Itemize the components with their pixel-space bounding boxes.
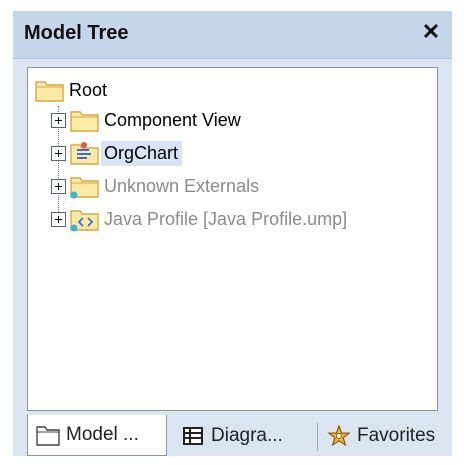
tree-item-java-profile[interactable]: Java Profile [Java Profile.ump] [51, 205, 351, 233]
tree-item-label: Java Profile [Java Profile.ump] [104, 208, 348, 229]
folder-icon [70, 111, 99, 132]
expand-icon[interactable] [51, 211, 66, 227]
model-tree-panel: Model Tree ✕ Root Component View OrgChar… [13, 11, 452, 456]
tree-item-root[interactable]: Root [34, 76, 111, 104]
expand-icon[interactable] [51, 145, 66, 161]
folder-icon [35, 81, 64, 102]
tab-diagram-tree[interactable]: Diagra... [173, 415, 305, 456]
expand-icon[interactable] [51, 178, 66, 194]
tree-item-component-view[interactable]: Component View [51, 106, 245, 134]
tree-item-label: Unknown Externals [104, 175, 260, 196]
tab-favorites[interactable]: Favorites [319, 415, 444, 456]
tab-label: Favorites [357, 424, 436, 446]
panel-tab-bar: Model ... Diagra... Favorites [27, 415, 442, 456]
tree-item-label: Component View [104, 109, 241, 130]
tab-divider [317, 423, 318, 451]
profile-folder-icon [70, 210, 99, 232]
tab-model-tree[interactable]: Model ... [27, 415, 167, 456]
tree-item-label: OrgChart [101, 140, 183, 166]
panel-title: Model Tree [24, 22, 129, 44]
folder-icon [36, 426, 60, 446]
package-icon [70, 142, 99, 165]
tab-label: Model ... [66, 424, 139, 445]
star-icon [327, 424, 351, 446]
tree-item-unknown-externals[interactable]: Unknown Externals [51, 172, 263, 200]
diagram-icon [183, 426, 203, 445]
panel-titlebar: Model Tree ✕ [13, 11, 452, 59]
tree-view[interactable]: Root Component View OrgChart Unknown Ext… [27, 67, 438, 411]
tab-label: Diagra... [211, 424, 283, 446]
external-folder-icon [70, 177, 99, 199]
tree-item-label: Root [69, 79, 108, 100]
expand-icon[interactable] [51, 112, 66, 128]
close-icon[interactable]: ✕ [418, 19, 444, 45]
tree-item-orgchart[interactable]: OrgChart [51, 139, 183, 167]
